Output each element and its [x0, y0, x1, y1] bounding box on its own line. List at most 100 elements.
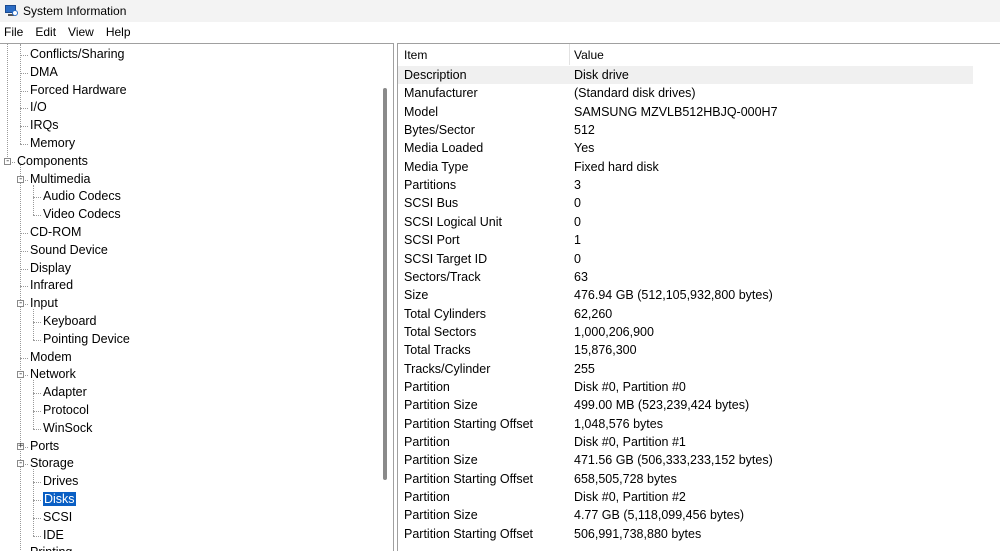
item-cell: Description	[404, 68, 467, 82]
tree-item[interactable]: Sound Device	[30, 242, 108, 259]
collapse-icon[interactable]: -	[17, 370, 24, 379]
table-row[interactable]: Partitions 3	[398, 176, 973, 194]
tree-item[interactable]: Forced Hardware	[30, 82, 127, 99]
table-row[interactable]: SCSI Bus 0	[398, 194, 973, 212]
tree-item[interactable]: Multimedia	[30, 171, 90, 188]
tree-item[interactable]: Network	[30, 366, 76, 383]
value-cell: 1,048,576 bytes	[574, 416, 663, 431]
table-row[interactable]: Media Type Fixed hard disk	[398, 158, 973, 176]
tree-item[interactable]: Keyboard	[43, 313, 97, 330]
column-header-value[interactable]: Value	[574, 48, 604, 62]
menu-help[interactable]: Help	[102, 25, 139, 39]
table-row[interactable]: Size 476.94 GB (512,105,932,800 bytes)	[398, 286, 973, 304]
expand-icon[interactable]: +	[17, 441, 24, 450]
table-row[interactable]: Description Disk drive	[398, 66, 973, 84]
tree-item-label: Memory	[30, 136, 76, 150]
table-row[interactable]: Partition Disk #0, Partition #2	[398, 488, 973, 506]
table-row[interactable]: Partition Starting Offset 658,505,728 byt…	[398, 470, 973, 488]
value-cell: 3	[574, 178, 581, 193]
table-row[interactable]: Partition Disk #0, Partition #0	[398, 378, 973, 396]
column-divider[interactable]	[569, 44, 570, 65]
tree-item-label: Components	[17, 153, 88, 168]
item-cell: Bytes/Sector	[404, 123, 475, 138]
tree-item[interactable]: Display	[30, 260, 71, 277]
tree-item[interactable]: Ports	[30, 438, 59, 455]
tree-item-label: Modem	[30, 349, 72, 364]
collapse-icon[interactable]: -	[4, 156, 11, 165]
table-row[interactable]: Partition Size 471.56 GB (506,333,233,152…	[398, 451, 973, 469]
table-row[interactable]: SCSI Target ID 0	[398, 250, 973, 268]
tree-item[interactable]: Audio Codecs	[43, 188, 121, 205]
value-cell: 476.94 GB (512,105,932,800 bytes)	[574, 288, 773, 303]
tree-item[interactable]: SCSI	[43, 509, 72, 526]
tree-item[interactable]: Memory	[30, 135, 75, 152]
value-cell: 1,000,206,900	[574, 324, 654, 339]
item-cell: Tracks/Cylinder	[404, 361, 491, 376]
value-cell: Fixed hard disk	[574, 159, 659, 174]
tree-item-label: DMA	[30, 64, 58, 79]
collapse-icon[interactable]: -	[17, 174, 24, 183]
tree-scrollbar[interactable]	[383, 88, 387, 480]
column-header-item[interactable]: Item	[404, 48, 427, 62]
tree-item[interactable]: Pointing Device	[43, 331, 130, 348]
table-row[interactable]: Partition Starting Offset 506,991,738,880…	[398, 525, 973, 543]
system-information-icon	[5, 5, 18, 17]
menu-edit[interactable]: Edit	[31, 25, 64, 39]
category-tree[interactable]: Conflicts/Sharing DMA Forced Hardware I/O IR…	[0, 43, 394, 551]
item-cell: Partition Starting Offset	[404, 471, 533, 486]
table-row[interactable]: Partition Disk #0, Partition #1	[398, 433, 973, 451]
menu-bar: File Edit View Help	[0, 22, 1000, 41]
table-row[interactable]: Partition Size 4.77 GB (5,118,099,456 byt…	[398, 506, 973, 524]
table-row[interactable]: Partition Starting Offset 1,048,576 bytes	[398, 415, 973, 433]
collapse-icon[interactable]: -	[17, 299, 24, 308]
tree-item[interactable]: WinSock	[43, 420, 92, 437]
tree-item[interactable]: Input	[30, 295, 58, 312]
tree-item[interactable]: Conflicts/Sharing	[30, 46, 125, 63]
value-cell: Disk drive	[574, 68, 629, 82]
table-row[interactable]: Model SAMSUNG MZVLB512HBJQ-000H7	[398, 103, 973, 121]
tree-item[interactable]: Disks	[43, 491, 76, 508]
tree-item[interactable]: Video Codecs	[43, 206, 121, 223]
table-row[interactable]: Media Loaded Yes	[398, 139, 973, 157]
tree-item[interactable]: Components	[17, 153, 88, 170]
title-bar: System Information	[0, 0, 1000, 22]
table-row[interactable]: Total Tracks 15,876,300	[398, 341, 973, 359]
value-cell: Disk #0, Partition #2	[574, 490, 686, 505]
value-cell: 0	[574, 196, 581, 211]
table-row[interactable]: Bytes/Sector 512	[398, 121, 973, 139]
tree-item[interactable]: Drives	[43, 473, 78, 490]
tree-item-label: Display	[30, 260, 71, 275]
tree-item-label: IDE	[43, 527, 64, 542]
item-cell: Sectors/Track	[404, 269, 481, 284]
tree-item-label: Network	[30, 367, 76, 382]
table-row[interactable]: SCSI Logical Unit 0	[398, 213, 973, 231]
value-cell: 4.77 GB (5,118,099,456 bytes)	[574, 508, 745, 523]
tree-item[interactable]: Protocol	[43, 402, 89, 419]
value-cell: 15,876,300	[574, 343, 637, 358]
tree-item[interactable]: I/O	[30, 99, 47, 116]
table-row[interactable]: Total Cylinders 62,260	[398, 305, 973, 323]
tree-item[interactable]: Modem	[30, 349, 72, 366]
table-row[interactable]: Total Sectors 1,000,206,900	[398, 323, 973, 341]
table-row[interactable]: Manufacturer (Standard disk drives)	[398, 84, 973, 102]
tree-item[interactable]: Infrared	[30, 277, 73, 294]
tree-item[interactable]: Printing	[30, 544, 72, 551]
tree-item-label: Adapter	[43, 385, 87, 400]
tree-item[interactable]: CD-ROM	[30, 224, 81, 241]
value-cell: 499.00 MB (523,239,424 bytes)	[574, 398, 750, 413]
table-row[interactable]: SCSI Port 1	[398, 231, 973, 249]
tree-item[interactable]: DMA	[30, 64, 58, 81]
table-row[interactable]: Tracks/Cylinder 255	[398, 360, 973, 378]
tree-item[interactable]: Adapter	[43, 384, 87, 401]
table-row[interactable]: Sectors/Track 63	[398, 268, 973, 286]
collapse-icon[interactable]: -	[17, 459, 24, 468]
menu-file[interactable]: File	[0, 25, 31, 39]
tree-item-label: WinSock	[43, 420, 93, 435]
table-row[interactable]: Partition Size 499.00 MB (523,239,424 byt…	[398, 396, 973, 414]
value-cell: 0	[574, 214, 581, 229]
menu-view[interactable]: View	[64, 25, 102, 39]
item-cell: Partition Starting Offset	[404, 526, 533, 541]
tree-item[interactable]: Storage	[30, 455, 74, 472]
tree-item[interactable]: IRQs	[30, 117, 58, 134]
tree-item[interactable]: IDE	[43, 527, 64, 544]
